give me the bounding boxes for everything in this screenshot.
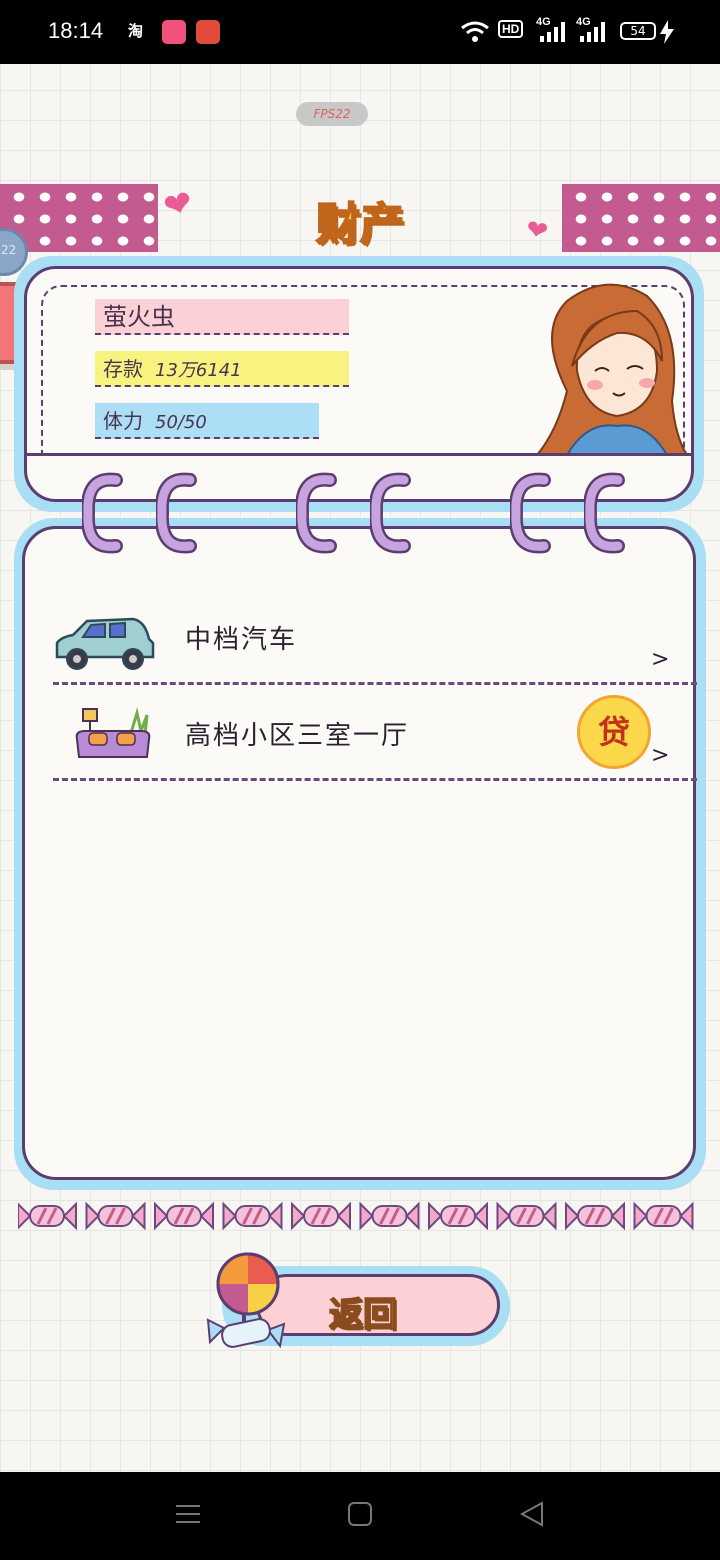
battery-indicator: 54 <box>620 22 656 40</box>
energy-label: 体力 <box>103 409 143 433</box>
app-icon-red <box>196 20 220 44</box>
energy-value: 50/50 <box>155 412 207 433</box>
page-title: 财产 <box>315 198 405 251</box>
fps-badge: FPS22 <box>296 102 368 126</box>
taobao-icon: 淘 <box>128 22 144 40</box>
back-button-label: 返回 <box>328 1294 398 1336</box>
status-time: 18:14 <box>48 18 104 43</box>
back-button[interactable]: 返回 <box>206 1252 510 1360</box>
chevron-right-icon: > <box>651 647 670 672</box>
savings-value: 13万6141 <box>155 360 242 381</box>
menu-icon[interactable] <box>174 1500 202 1528</box>
asset-label: 高档小区三室一厅 <box>185 721 410 751</box>
asset-row-car[interactable]: 中档汽车 > <box>53 589 697 685</box>
binder-ring-icon <box>370 472 411 554</box>
heart-icon-small: ❤ <box>523 214 551 248</box>
assets-card-inner: 中档汽车 > 高档小区三室一厅 贷 > <box>22 526 697 1180</box>
back-triangle-icon[interactable] <box>518 1500 546 1528</box>
polka-dot-band-right <box>562 184 720 252</box>
energy-row: 体力 50/50 <box>95 403 319 439</box>
status-bar: 18:14 淘 HD 4G 4G 54 <box>0 0 720 64</box>
charging-icon <box>660 20 674 44</box>
hd-badge: HD <box>498 20 524 38</box>
assets-card: 中档汽车 > 高档小区三室一厅 贷 > <box>14 518 706 1190</box>
savings-label: 存款 <box>103 357 143 381</box>
chevron-right-icon: > <box>651 743 670 768</box>
system-nav-bar <box>0 1472 720 1560</box>
binder-ring-icon <box>296 472 337 554</box>
signal-icon-1 <box>540 22 565 42</box>
wifi-icon <box>461 21 489 42</box>
back-button-face[interactable]: 返回 <box>256 1274 500 1336</box>
binder-ring-icon <box>156 472 197 554</box>
binder-ring-icon <box>584 472 625 554</box>
heart-icon: ❤ <box>159 181 198 229</box>
floating-bubble-label: 22 <box>1 243 17 257</box>
binder-ring-icon <box>510 472 551 554</box>
app-icon-pink <box>162 20 186 44</box>
player-name-text: 萤火虫 <box>103 303 175 331</box>
savings-row: 存款 13万6141 <box>95 351 349 387</box>
loan-badge[interactable]: 贷 <box>577 695 651 769</box>
player-name: 萤火虫 <box>95 299 349 335</box>
signal-icon-2 <box>580 22 605 42</box>
avatar <box>535 283 689 455</box>
lollipop-icon <box>206 1252 286 1349</box>
sofa-icon <box>75 707 151 758</box>
car-icon <box>55 617 155 670</box>
binder-ring-icon <box>82 472 123 554</box>
asset-label: 中档汽车 <box>185 625 298 655</box>
profile-card-inner: 萤火虫 存款 13万6141 体力 50/50 <box>24 266 694 502</box>
candy-decoration-row <box>18 1202 694 1230</box>
home-icon[interactable] <box>346 1500 374 1528</box>
profile-baseline <box>27 453 691 456</box>
asset-row-apartment[interactable]: 高档小区三室一厅 贷 > <box>53 685 697 781</box>
